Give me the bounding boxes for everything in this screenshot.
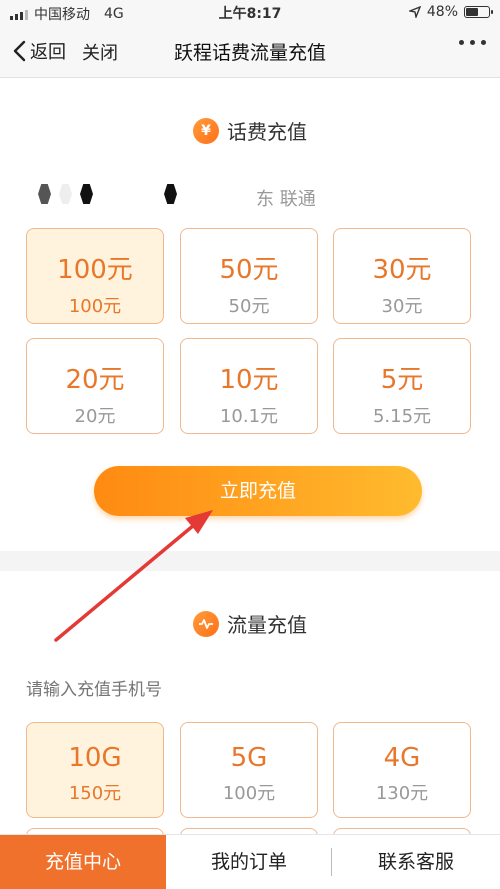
recharge-option-5[interactable]: 5元 5.15元 [333,338,471,434]
option-price: 130元 [375,783,429,804]
recharge-option-30[interactable]: 30元 30元 [333,228,471,324]
option-amount: 30元 [372,255,432,285]
pulse-icon [193,610,219,637]
yuan-icon: ¥ [193,117,219,144]
tab-my-orders[interactable]: 我的订单 [166,835,332,889]
back-button[interactable]: 返回 [12,38,66,64]
bottom-tab-bar: 充值中心 我的订单 联系客服 [0,834,500,889]
data-plan-title: 流量充值 [227,613,307,637]
recharge-option-100[interactable]: 100元 100元 [26,228,164,324]
data-option-4g[interactable]: 4G 130元 [333,722,471,818]
battery-icon [464,6,493,18]
option-amount: 100元 [57,255,133,285]
tab-contact-support[interactable]: 联系客服 [332,835,500,889]
option-amount: 5元 [380,365,424,395]
data-option-10g[interactable]: 10G 150元 [26,722,164,818]
recharge-option-20[interactable]: 20元 20元 [26,338,164,434]
carrier-label: 东 联通 [256,189,316,210]
page-title: 跃程话费流量充值 [173,42,326,64]
option-price: 10.1元 [219,406,279,427]
data-option-5g[interactable]: 5G 100元 [180,722,318,818]
recharge-option-10[interactable]: 10元 10.1元 [180,338,318,434]
more-menu-icon[interactable] [459,40,486,45]
data-plan-header: 流量充值 [0,609,500,638]
chevron-left-icon [13,40,26,62]
status-right: 48% [408,4,493,20]
option-price: 5.15元 [372,406,432,427]
option-price: 100元 [222,783,276,804]
masked-phone-number [38,184,185,204]
option-amount: 10元 [219,365,279,395]
option-amount: 50元 [219,255,279,285]
option-price: 30元 [381,296,423,317]
status-bar: 中国移动 4G 上午8:17 48% [0,0,500,24]
option-amount: 5G [230,743,268,773]
close-button[interactable]: 关闭 [82,39,118,65]
battery-fill [466,8,478,16]
navigation-bar: 返回 关闭 跃程话费流量充值 [0,24,500,78]
tab-recharge-center[interactable]: 充值中心 [0,835,166,889]
option-price: 100元 [68,296,122,317]
recharge-now-button[interactable]: 立即充值 [94,466,422,516]
recharge-option-50[interactable]: 50元 50元 [180,228,318,324]
phone-number-input[interactable] [26,680,466,700]
option-price: 150元 [68,783,122,804]
option-price: 50元 [228,296,270,317]
option-price: 20元 [74,406,116,427]
back-label: 返回 [30,42,66,63]
option-amount: 4G [383,743,421,773]
option-amount: 20元 [65,365,125,395]
phone-bill-header: ¥ 话费充值 [0,116,500,145]
tab-divider [331,848,332,876]
phone-bill-title: 话费充值 [227,120,307,144]
option-amount: 10G [68,743,122,773]
battery-percent: 48% [426,4,458,20]
location-arrow-icon [408,6,421,18]
